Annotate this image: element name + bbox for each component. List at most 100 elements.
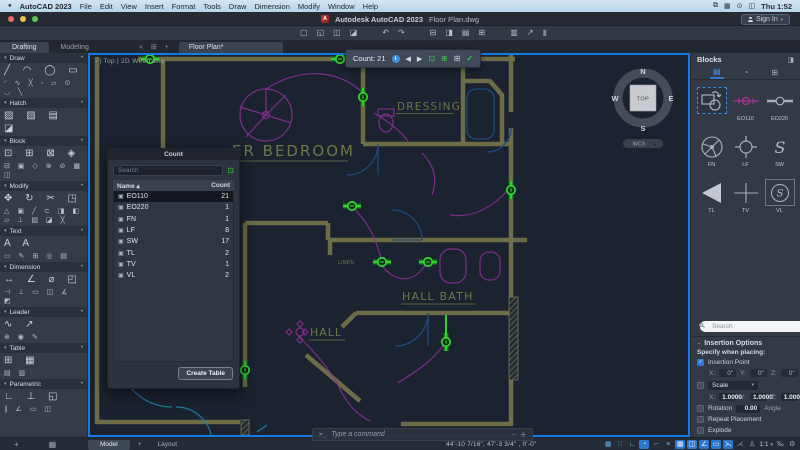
palette-tools-row[interactable]: ⊡ ⊞ ⊠ ◈ [0,146,87,161]
count-table-row[interactable]: ▣ VL 2 [114,270,233,281]
count-palette-title[interactable]: Count [108,149,239,160]
save-as-icon[interactable]: ◪ [350,29,358,37]
command-line[interactable]: >_ Type a command – ✛ [312,428,533,441]
command-options-icon[interactable]: ✛ [521,431,526,439]
explode-checkbox[interactable] [697,426,704,434]
menu-item[interactable]: Insert [145,2,164,11]
palette-tools-row[interactable]: ↔ ∠ ⌀ ◰ [0,272,87,287]
properties-icon[interactable]: ▥ [510,29,518,37]
block-cell-tv[interactable]: TV [729,179,762,215]
drawing-file-tab[interactable]: Floor Plan* [178,42,284,53]
plot-icon[interactable]: ⊟ [430,29,437,37]
menu-item[interactable]: View [121,2,137,11]
palette-section-header[interactable]: ▾ Dimension • [0,262,87,272]
next-instance-icon[interactable]: ▶ [417,55,422,63]
x0-field[interactable]: 0" [719,369,737,377]
annotation-scale-control[interactable]: 1:1 ▾ [759,441,773,448]
plot-preview-icon[interactable]: ◨ [445,29,453,37]
section-options-icon[interactable]: • [81,138,83,144]
palette-tools-row-small[interactable]: ⊣ ⊥ ▭ ◫ ∡ ◩ [0,287,87,307]
x-scale-field[interactable]: 1.0000 [719,393,742,401]
block-cell-vl[interactable]: S VL [763,179,796,215]
palette-tools-row[interactable]: ∟ ⊥ ◱ [0,389,87,404]
palette-tools-row[interactable]: A A [0,236,87,251]
finish-count-check-icon[interactable]: ✓ [466,54,473,63]
tab-libraries-icon[interactable]: ⊞ [768,67,781,78]
rotation-checkbox[interactable] [697,405,704,412]
count-table-row[interactable]: ▣ EO220 1 [114,202,233,213]
share-icon[interactable]: ↗ [527,29,534,37]
customization-gear-icon[interactable]: ⚙ [788,440,798,450]
repeat-placement-checkbox[interactable] [697,416,704,423]
count-table-row[interactable]: ▣ FN 1 [114,214,233,225]
palette-tools-row-small[interactable]: ▭ ✎ ⊞ ◎ ▤ [0,251,87,262]
page-setup-icon[interactable]: ▤ [462,29,470,37]
z0-field[interactable]: 0" [780,369,798,377]
section-options-icon[interactable]: • [81,309,83,315]
annotation-monitor-icon[interactable]: ⋌ [735,440,745,450]
collapse-tabs-icon[interactable]: « [135,42,147,53]
section-options-icon[interactable]: • [81,100,83,106]
y-scale-field[interactable]: 1.0000 [749,393,773,401]
palette-tools-row[interactable]: ▨ ▨ ▤ ◪ [0,108,87,136]
menu-item[interactable]: Dimension [254,2,289,11]
model-tab[interactable]: Model [88,439,130,450]
recent-commands-icon[interactable]: – [512,431,516,439]
palette-tools-row-small[interactable]: ◜ ∿ ╳ ◦ ▱ ⊙ ◡ ╲ [0,78,87,98]
menu-clock[interactable]: Thu 1:52 [761,2,792,11]
annotation-scale-icon[interactable]: ‰ [776,440,786,450]
info-icon[interactable]: i [391,54,400,63]
z-scale-field[interactable]: 1.000 [780,393,800,401]
menu-item[interactable]: File [80,2,92,11]
layout-tab[interactable]: Layout [150,440,186,450]
lineweight-icon[interactable]: ▭ [711,439,721,450]
block-cell-current[interactable] [695,87,728,123]
count-table-row[interactable]: ▣ SW 17 [114,236,233,247]
polar-tracking-icon[interactable]: ∠ [699,439,709,450]
app-menu[interactable]: AutoCAD 2023 [20,2,72,11]
menu-item[interactable]: Help [363,2,378,11]
tab-current-drawing-icon[interactable]: ▤ [709,66,724,79]
count-table-row[interactable]: ▣ TL 2 [114,247,233,258]
palette-section-header[interactable]: ▾ Leader • [0,307,87,317]
create-table-button[interactable]: Create Table [178,367,233,380]
palette-section-header[interactable]: ▾ Hatch • [0,98,87,108]
palette-section-header[interactable]: ▾ Draw • [0,53,87,63]
palette-tools-row[interactable]: ✥ ↻ ✂ ◳ [0,191,87,206]
control-center-icon[interactable]: ▦ [724,2,731,10]
block-cell-eo220[interactable]: EO220 [763,87,796,123]
tab-drafting[interactable]: Drafting [0,42,49,53]
palette-section-header[interactable]: ▾ Modify • [0,181,87,191]
palette-tools-row-small[interactable]: ⊟ ▣ ◇ ⊗ ⊘ ▦ ◫ [0,161,87,181]
selection-cycling-icon[interactable]: ⋋ [723,439,733,450]
add-palette-icon[interactable]: + [14,440,19,449]
previous-instance-icon[interactable]: ◀ [406,55,411,63]
new-layout-icon[interactable]: + [138,441,142,448]
panel-properties-icon[interactable]: ◨ [787,56,794,64]
y0-field[interactable]: 0" [749,369,767,377]
object-snap-settings-icon[interactable]: ▦ [675,439,685,450]
count-search-input[interactable] [113,165,224,176]
insertion-point-checkbox[interactable]: ✓ [697,358,704,366]
blocks-search-input[interactable] [700,320,800,332]
palette-section-header[interactable]: ▾ Block • [0,136,87,146]
palette-tools-row[interactable]: ∿ ↗ [0,317,87,332]
menu-item[interactable]: Draw [229,2,247,11]
text-cursor[interactable]: ▮ [542,29,546,37]
annotation-visibility-icon[interactable]: ♙ [747,440,757,450]
sign-in-button[interactable]: Sign In ▾ [740,14,790,25]
screen-mirroring-icon[interactable]: ⊙ [737,2,743,10]
scale-dropdown[interactable]: Scale ▾ [708,380,758,390]
viewport-controls[interactable]: - | Top | 2D Wireframe [95,58,165,65]
section-options-icon[interactable]: • [81,381,83,387]
palette-tools-row-small[interactable]: ▤ ▥ [0,368,87,379]
palette-section-header[interactable]: ▾ Text • [0,226,87,236]
snap-mode-icon[interactable]: ▦ [603,440,613,450]
palette-tools-row-small[interactable]: ∥ ∠ ▭ ◫ [0,404,87,415]
menu-item[interactable]: Tools [203,2,221,11]
command-input-placeholder[interactable]: Type a command [331,431,385,438]
palette-settings-icon[interactable]: ▦ [49,440,57,449]
redo-icon[interactable]: ↷ [398,29,405,37]
block-cell-tl[interactable]: TL [695,179,728,215]
count-table-row[interactable]: ▣ EO110 21 [114,191,233,203]
